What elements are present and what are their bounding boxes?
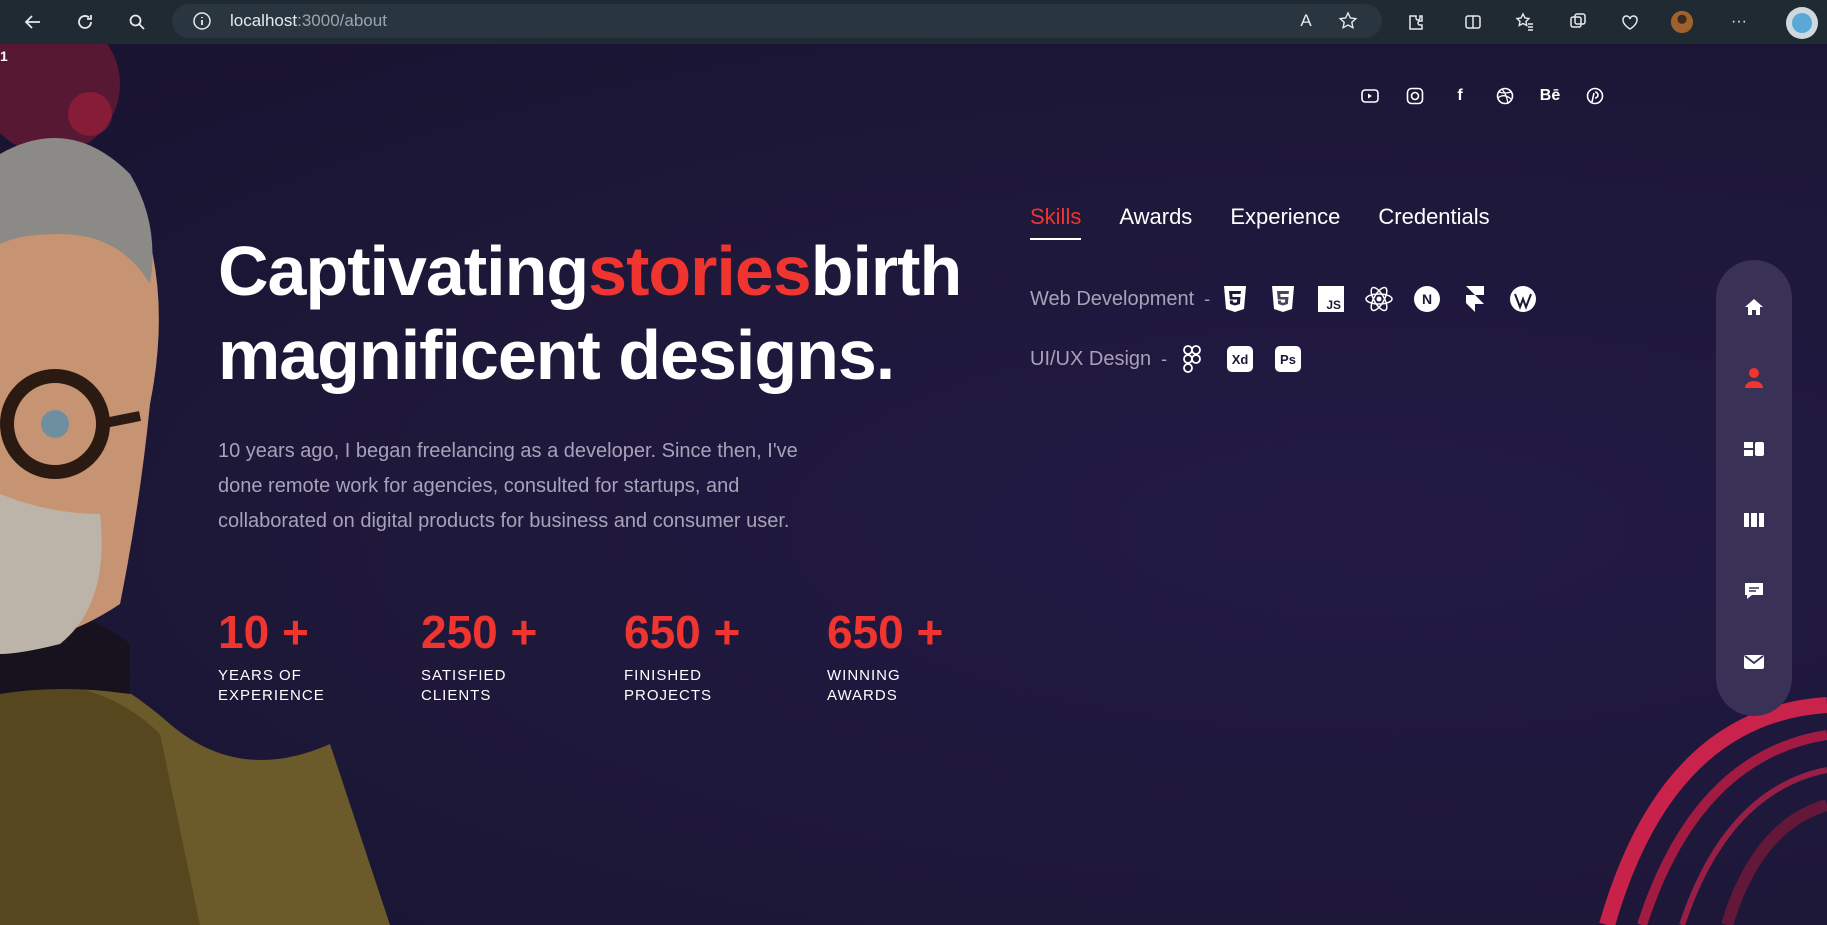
skill-dash: -	[1204, 288, 1211, 309]
skill-row-web-development: Web Development - JS N	[1030, 284, 1556, 314]
page-headline: Captivatingstoriesbirth magnificent desi…	[218, 229, 963, 397]
headline-accent-word: stories	[588, 232, 812, 310]
testimonials-icon[interactable]	[1739, 505, 1769, 535]
behance-glyph: Bē	[1539, 87, 1561, 104]
browser-essentials-icon[interactable]	[1618, 10, 1642, 34]
extensions-icon[interactable]	[1404, 10, 1428, 34]
mail-icon[interactable]	[1739, 647, 1769, 677]
facebook-glyph: f	[1457, 87, 1463, 104]
javascript-icon: JS	[1316, 284, 1346, 314]
stat-label: SATISFIED CLIENTS	[421, 667, 507, 704]
url-host: localhost	[230, 11, 298, 30]
wordpress-icon	[1508, 284, 1538, 314]
headline-word-birth: birth	[810, 232, 963, 310]
search-icon[interactable]	[125, 10, 149, 34]
stat-label: YEARS OF EXPERIENCE	[218, 667, 325, 704]
browser-toolbar: localhost:3000/about A ···	[0, 0, 1827, 45]
instagram-icon[interactable]	[1405, 86, 1425, 106]
about-page: 1 f Bē Captivatingstoriesbirth magnifice…	[0, 44, 1827, 925]
more-options-icon[interactable]: ···	[1727, 10, 1751, 34]
tab-credentials[interactable]: Credentials	[1378, 204, 1489, 240]
copilot-icon[interactable]	[1785, 6, 1819, 40]
read-aloud-glyph: A	[1300, 11, 1312, 30]
html5-icon	[1220, 284, 1250, 314]
dribbble-icon[interactable]	[1495, 86, 1515, 106]
photoshop-icon: Ps	[1273, 344, 1303, 374]
ps-glyph: Ps	[1280, 352, 1296, 367]
skill-row-ui-ux-design: UI/UX Design - Xd Ps	[1030, 344, 1321, 374]
stat-label: WINNING AWARDS	[827, 667, 901, 704]
more-glyph: ···	[1731, 13, 1747, 30]
url-path: :3000/about	[297, 11, 387, 30]
behance-icon[interactable]: Bē	[1540, 86, 1560, 106]
stat-number: 10 +	[218, 606, 309, 658]
tab-experience[interactable]: Experience	[1230, 204, 1340, 240]
profile-avatar-icon[interactable]	[1670, 10, 1694, 34]
tab-skills[interactable]: Skills	[1030, 204, 1082, 240]
chat-icon[interactable]	[1739, 576, 1769, 606]
css3-icon	[1268, 284, 1298, 314]
skill-label: Web Development	[1030, 287, 1195, 310]
url-text[interactable]: localhost:3000/about	[230, 4, 387, 38]
skill-label: UI/UX Design	[1030, 347, 1152, 370]
refresh-icon[interactable]	[73, 10, 97, 34]
social-links: f Bē	[1360, 86, 1605, 106]
headline-line-2: magnificent designs.	[218, 316, 895, 394]
stats-row: 10 + YEARS OF EXPERIENCE 250 + SATISFIED…	[218, 604, 1030, 706]
tab-awards[interactable]: Awards	[1119, 204, 1192, 240]
stat-awards: 650 + WINNING AWARDS	[827, 604, 1030, 706]
collections-icon[interactable]	[1566, 10, 1590, 34]
back-icon[interactable]	[21, 10, 45, 34]
favorite-star-icon[interactable]	[1336, 9, 1360, 33]
nextjs-icon: N	[1412, 284, 1442, 314]
stat-label: FINISHED PROJECTS	[624, 667, 713, 704]
youtube-icon[interactable]	[1360, 86, 1380, 106]
split-screen-icon[interactable]	[1461, 10, 1485, 34]
site-info-icon[interactable]	[190, 9, 214, 33]
stat-number: 250 +	[421, 606, 538, 658]
work-icon[interactable]	[1739, 434, 1769, 464]
adobe-xd-icon: Xd	[1225, 344, 1255, 374]
headline-word-captivating: Captivating	[218, 232, 589, 310]
stat-number: 650 +	[827, 606, 944, 658]
stat-number: 650 +	[624, 606, 741, 658]
about-tabs: Skills Awards Experience Credentials	[1030, 204, 1490, 240]
stat-years: 10 + YEARS OF EXPERIENCE	[218, 604, 421, 706]
decorative-swirl	[1599, 697, 1827, 925]
skill-dash: -	[1161, 348, 1168, 369]
react-icon	[1364, 284, 1394, 314]
corner-number: 1	[0, 48, 8, 64]
user-icon[interactable]	[1739, 363, 1769, 393]
favorites-icon[interactable]	[1513, 10, 1537, 34]
bio-paragraph: 10 years ago, I began freelancing as a d…	[218, 440, 798, 532]
facebook-icon[interactable]: f	[1450, 86, 1470, 106]
next-glyph: N	[1422, 291, 1432, 307]
home-icon[interactable]	[1739, 292, 1769, 322]
stat-projects: 650 + FINISHED PROJECTS	[624, 604, 827, 706]
framer-icon	[1460, 284, 1490, 314]
figma-icon	[1177, 344, 1207, 374]
pinterest-icon[interactable]	[1585, 86, 1605, 106]
js-glyph: JS	[1326, 298, 1341, 312]
address-bar[interactable]: localhost:3000/about A	[172, 4, 1382, 38]
stat-clients: 250 + SATISFIED CLIENTS	[421, 604, 624, 706]
read-aloud-icon[interactable]: A	[1294, 9, 1318, 33]
side-navigation	[1716, 260, 1792, 716]
xd-glyph: Xd	[1232, 352, 1249, 367]
